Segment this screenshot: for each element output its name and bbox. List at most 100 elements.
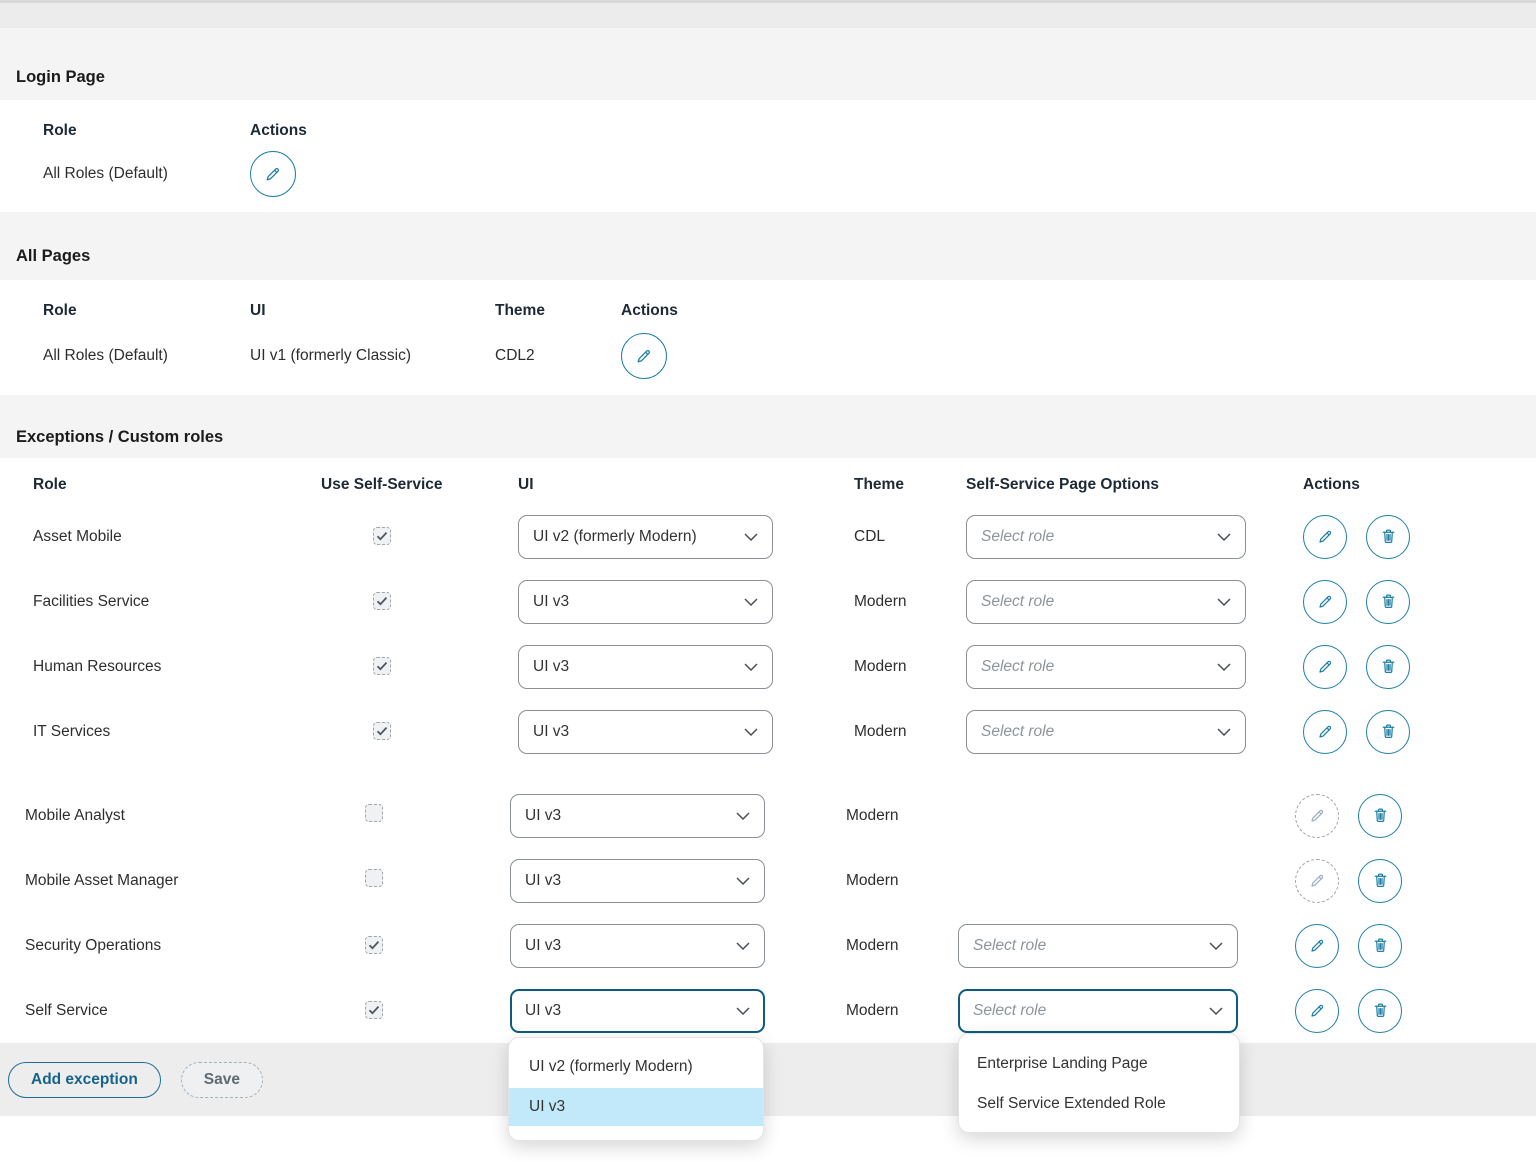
role-cell: Mobile Analyst xyxy=(25,807,313,825)
login-actions-header: Actions xyxy=(250,122,307,140)
table-row: All Roles (Default) UI v1 (formerly Clas… xyxy=(8,326,1536,386)
edit-button[interactable] xyxy=(250,151,296,197)
trash-icon xyxy=(1379,657,1398,676)
delete-button[interactable] xyxy=(1358,859,1402,903)
ui-select[interactable]: UI v3 xyxy=(518,580,773,624)
allpages-ui-header: UI xyxy=(250,302,495,320)
ui-select[interactable]: UI v3 xyxy=(510,859,765,903)
self-service-page-options-select[interactable]: Select role xyxy=(966,515,1246,559)
theme-cell: Modern xyxy=(854,593,966,611)
exceptions-card: Role Use Self-Service UI Theme Self-Serv… xyxy=(8,466,1536,773)
edit-button[interactable] xyxy=(1303,580,1347,624)
delete-button[interactable] xyxy=(1358,924,1402,968)
use-self-service-checkbox[interactable] xyxy=(373,592,391,610)
use-self-service-checkbox[interactable] xyxy=(365,936,383,954)
ui-select[interactable]: UI v3 xyxy=(510,989,765,1033)
ui-select-value: UI v3 xyxy=(525,937,561,955)
theme-cell: Modern xyxy=(854,658,966,676)
allpages-theme-header: Theme xyxy=(495,302,621,320)
login-role-header: Role xyxy=(43,122,250,140)
chevron-down-icon xyxy=(744,728,758,736)
edit-button[interactable] xyxy=(621,333,667,379)
add-exception-button[interactable]: Add exception xyxy=(8,1062,161,1098)
options-select-placeholder: Select role xyxy=(981,723,1054,741)
edit-button[interactable] xyxy=(1295,989,1339,1033)
exceptions-options-header: Self-Service Page Options xyxy=(966,476,1303,494)
pencil-icon xyxy=(634,346,654,366)
ui-select-value: UI v3 xyxy=(533,658,569,676)
trash-icon xyxy=(1379,722,1398,741)
edit-button[interactable] xyxy=(1303,710,1347,754)
check-icon xyxy=(376,531,388,541)
ui-select[interactable]: UI v3 xyxy=(518,645,773,689)
save-button[interactable]: Save xyxy=(181,1062,263,1098)
ui-select[interactable]: UI v3 xyxy=(510,924,765,968)
delete-button[interactable] xyxy=(1366,580,1410,624)
ui-select[interactable]: UI v3 xyxy=(518,710,773,754)
self-service-page-options-select[interactable]: Select role xyxy=(958,989,1238,1033)
role-cell: IT Services xyxy=(33,723,321,741)
edit-button[interactable] xyxy=(1303,645,1347,689)
login-page-section-band: Login Page xyxy=(0,28,1536,100)
delete-button[interactable] xyxy=(1358,989,1402,1033)
use-self-service-checkbox[interactable] xyxy=(373,657,391,675)
all-pages-card: Role UI Theme Actions All Roles (Default… xyxy=(8,280,1536,395)
role-cell: Facilities Service xyxy=(33,593,321,611)
self-service-page-options-select[interactable]: Select role xyxy=(966,580,1246,624)
footer-toolbar: Add exception Save xyxy=(0,1043,1536,1116)
theme-cell: CDL2 xyxy=(495,347,621,365)
pencil-icon xyxy=(1308,936,1327,955)
delete-button[interactable] xyxy=(1366,515,1410,559)
ui-cell: UI v1 (formerly Classic) xyxy=(250,347,495,365)
pencil-icon xyxy=(1316,722,1335,741)
self-service-page-options-select[interactable]: Select role xyxy=(966,645,1246,689)
ui-select[interactable]: UI v2 (formerly Modern) xyxy=(518,515,773,559)
use-self-service-checkbox[interactable] xyxy=(365,804,383,822)
login-page-title: Login Page xyxy=(16,68,1536,87)
allpages-actions-header: Actions xyxy=(621,302,678,320)
ui-select-value: UI v2 (formerly Modern) xyxy=(533,528,697,546)
ui-select-value: UI v3 xyxy=(525,807,561,825)
pencil-icon xyxy=(263,164,283,184)
delete-button[interactable] xyxy=(1366,710,1410,754)
pencil-icon xyxy=(1316,592,1335,611)
self-service-page-options-select[interactable]: Select role xyxy=(966,710,1246,754)
login-page-card: Role Actions All Roles (Default) xyxy=(8,100,1536,212)
chevron-down-icon xyxy=(736,877,750,885)
edit-button[interactable] xyxy=(1303,515,1347,559)
options-select-placeholder: Select role xyxy=(981,658,1054,676)
ui-select-value: UI v3 xyxy=(525,872,561,890)
chevron-down-icon xyxy=(744,533,758,541)
allpages-role-header: Role xyxy=(43,302,250,320)
dropdown-option-highlighted[interactable]: UI v3 xyxy=(509,1088,763,1126)
edit-button[interactable] xyxy=(1295,924,1339,968)
self-service-page-options-select[interactable]: Select role xyxy=(958,924,1238,968)
use-self-service-checkbox[interactable] xyxy=(365,869,383,887)
use-self-service-checkbox[interactable] xyxy=(373,722,391,740)
role-cell: Asset Mobile xyxy=(33,528,321,546)
use-self-service-checkbox[interactable] xyxy=(365,1001,383,1019)
theme-cell: Modern xyxy=(846,937,958,955)
pencil-icon xyxy=(1308,1001,1327,1020)
delete-button[interactable] xyxy=(1366,645,1410,689)
check-icon xyxy=(376,596,388,606)
exceptions-title: Exceptions / Custom roles xyxy=(16,428,1536,447)
exceptions-section-band: Exceptions / Custom roles xyxy=(0,395,1536,458)
role-cell: All Roles (Default) xyxy=(43,165,250,183)
dropdown-option[interactable]: Self Service Extended Role xyxy=(959,1084,1239,1124)
top-bar xyxy=(0,0,1536,28)
role-cell: All Roles (Default) xyxy=(43,347,250,365)
dropdown-option[interactable]: Enterprise Landing Page xyxy=(959,1044,1239,1084)
dropdown-option[interactable]: UI v2 (formerly Modern) xyxy=(509,1046,763,1088)
edit-button xyxy=(1295,794,1339,838)
delete-button[interactable] xyxy=(1358,794,1402,838)
use-self-service-checkbox[interactable] xyxy=(373,527,391,545)
pencil-icon xyxy=(1316,527,1335,546)
ui-select-value: UI v3 xyxy=(533,723,569,741)
check-icon xyxy=(368,940,380,950)
table-row: Human Resources UI v3 Modern Select role xyxy=(8,634,1536,699)
check-icon xyxy=(376,726,388,736)
ui-select-value: UI v3 xyxy=(533,593,569,611)
ui-select[interactable]: UI v3 xyxy=(510,794,765,838)
chevron-down-icon xyxy=(1217,663,1231,671)
